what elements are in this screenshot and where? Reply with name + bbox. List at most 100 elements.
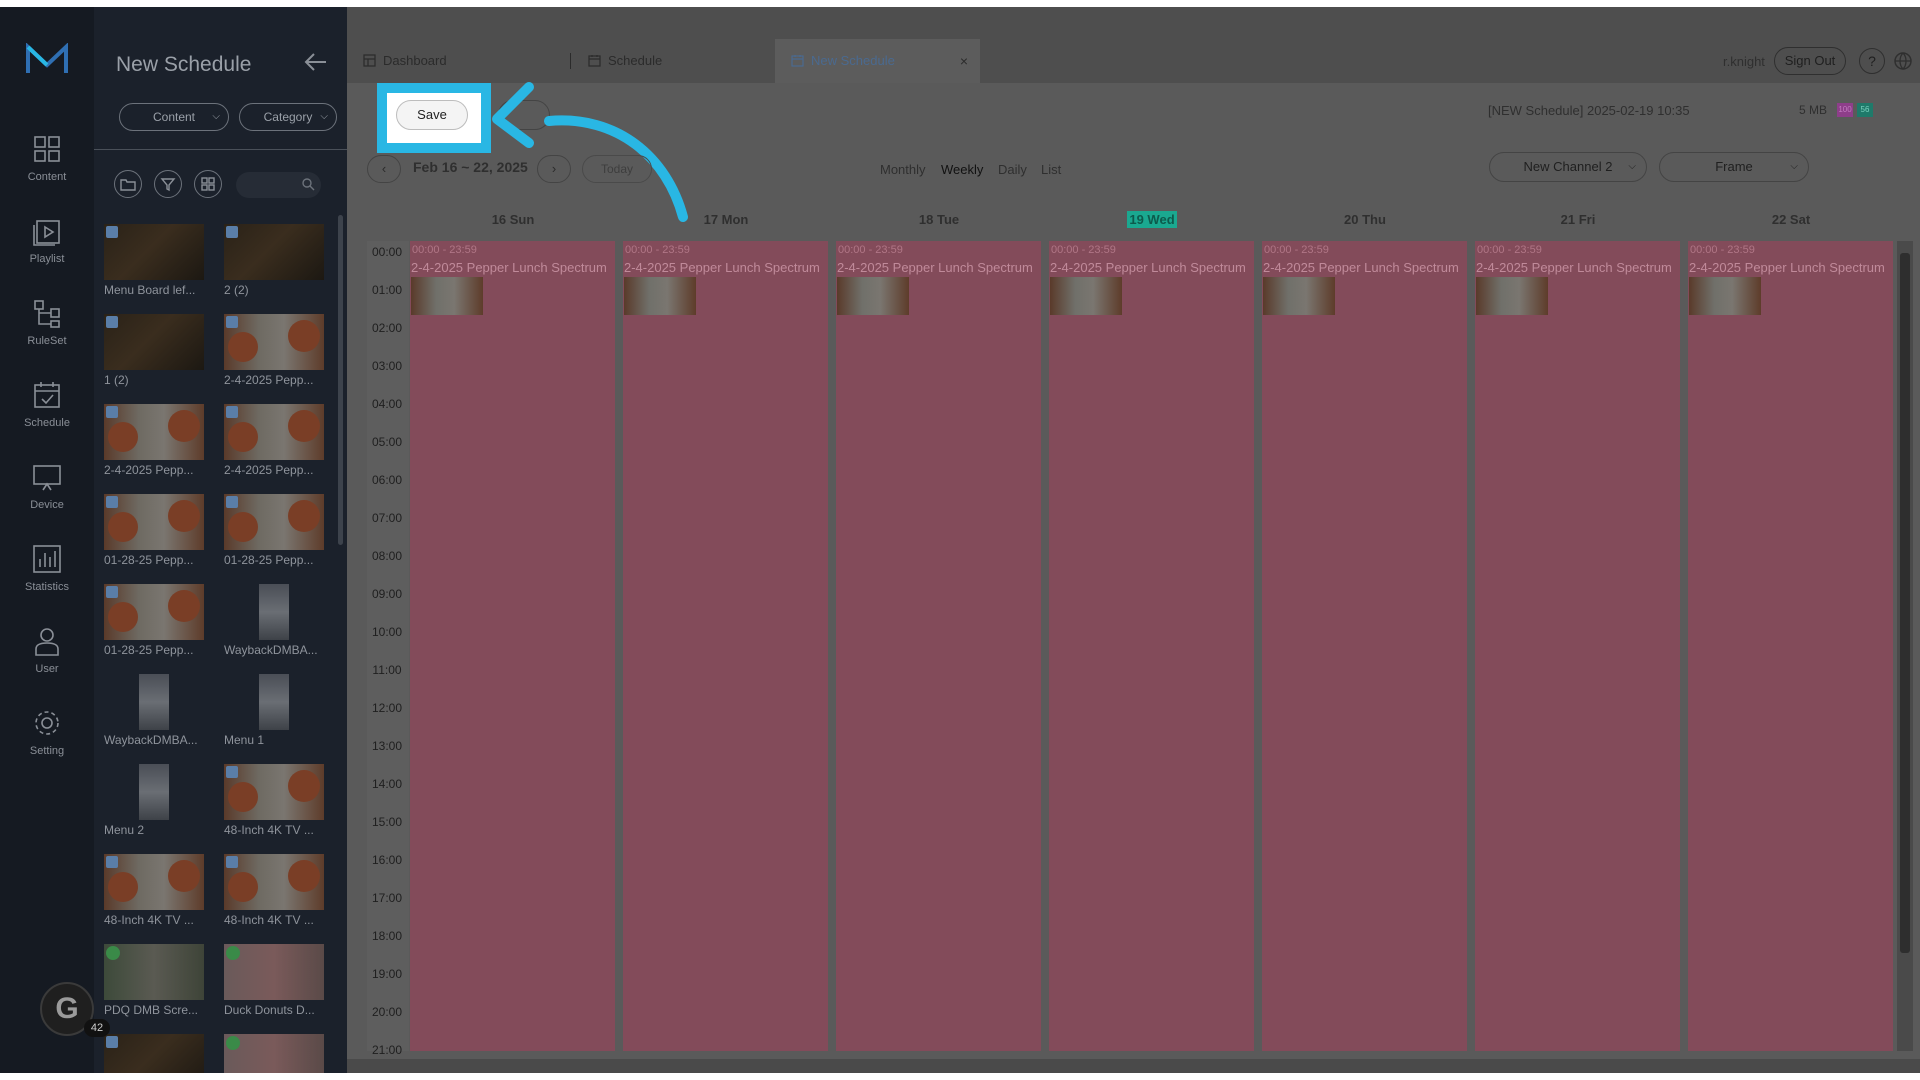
- content-thumbnail[interactable]: 2-4-2025 Pepp...: [224, 404, 324, 477]
- nav-item-label: Statistics: [24, 581, 69, 593]
- calendar-icon: [588, 55, 601, 67]
- day-header-label: 17 Mon: [703, 212, 749, 227]
- content-thumbnail[interactable]: 48-Inch 4K TV ...: [104, 854, 204, 927]
- tab-label: New Schedule: [811, 53, 895, 68]
- content-thumbnail[interactable]: 2-4-2025 Pepp...: [104, 404, 204, 477]
- nav-item-ruleset[interactable]: RuleSet: [0, 297, 94, 367]
- channel-dropdown[interactable]: New Channel 2 ⌵: [1489, 152, 1647, 182]
- content-thumbnail[interactable]: 01-28-25 Pepp...: [224, 494, 324, 567]
- tab-new-schedule[interactable]: New Schedule ×: [775, 39, 980, 83]
- view-list[interactable]: List: [1041, 162, 1061, 177]
- hour-label: 20:00: [371, 1005, 403, 1019]
- content-thumbnail[interactable]: 48-Inch 4K TV ...: [224, 764, 324, 837]
- day-header-label: 21 Fri: [1560, 212, 1596, 227]
- nav-item-label: Schedule: [24, 417, 70, 429]
- user-icon: [35, 628, 59, 656]
- schedule-event[interactable]: 00:00 - 23:59 2-4-2025 Pepper Lunch Spect…: [1262, 241, 1467, 1051]
- content-thumbnail[interactable]: [224, 1034, 324, 1073]
- content-thumbnail[interactable]: Menu 2: [104, 764, 204, 837]
- help-icon[interactable]: ?: [1859, 48, 1885, 74]
- chart-icon: [33, 545, 61, 573]
- close-icon[interactable]: ×: [960, 39, 968, 83]
- calendar-scrollbar[interactable]: [1897, 241, 1913, 1051]
- user-name: r.knight: [1723, 54, 1765, 69]
- panel-scrollbar[interactable]: [338, 215, 343, 545]
- nav-item-content[interactable]: Content: [0, 133, 94, 203]
- schedule-event[interactable]: 00:00 - 23:59 2-4-2025 Pepper Lunch Spect…: [623, 241, 828, 1051]
- chevron-down-icon: ⌵: [1628, 161, 1636, 172]
- back-arrow-icon[interactable]: [304, 51, 328, 73]
- filter-button[interactable]: [154, 170, 182, 198]
- event-thumbnail: [624, 277, 696, 315]
- view-monthly[interactable]: Monthly: [880, 162, 926, 177]
- event-time: 00:00 - 23:59: [412, 244, 477, 256]
- today-button[interactable]: Today: [582, 155, 652, 183]
- save-button[interactable]: Save: [396, 100, 468, 130]
- nav-item-playlist[interactable]: Playlist: [0, 215, 94, 285]
- nav-item-label: Content: [27, 171, 67, 183]
- content-thumbnail[interactable]: Menu Board lef...: [104, 224, 204, 297]
- nav-item-schedule[interactable]: Schedule: [0, 379, 94, 449]
- content-thumbnail[interactable]: [104, 1034, 204, 1073]
- schedule-event[interactable]: 00:00 - 23:59 2-4-2025 Pepper Lunch Spect…: [836, 241, 1041, 1051]
- nav-item-statistics[interactable]: Statistics: [0, 543, 94, 613]
- event-time: 00:00 - 23:59: [1690, 244, 1755, 256]
- nav-item-setting[interactable]: Setting: [0, 707, 94, 777]
- content-thumbnail[interactable]: 1 (2): [104, 314, 204, 387]
- thumbnail-caption: 48-Inch 4K TV ...: [224, 913, 314, 927]
- view-daily[interactable]: Daily: [998, 162, 1027, 177]
- content-thumbnail[interactable]: 2 (2): [224, 224, 324, 297]
- event-thumbnail: [837, 277, 909, 315]
- content-thumbnail[interactable]: 01-28-25 Pepp...: [104, 494, 204, 567]
- grid-view-button[interactable]: [194, 170, 222, 198]
- content-thumbnail[interactable]: PDQ DMB Scre...: [104, 944, 204, 1017]
- nav-item-user[interactable]: User: [0, 625, 94, 695]
- chevron-down-icon: ⌵: [212, 111, 220, 122]
- thumbnail-caption: 48-Inch 4K TV ...: [224, 823, 314, 837]
- content-thumbnail[interactable]: 48-Inch 4K TV ...: [224, 854, 324, 927]
- frame-dropdown[interactable]: Frame ⌵: [1659, 152, 1809, 182]
- event-title: 2-4-2025 Pepper Lunch Spectrum: [1050, 260, 1246, 275]
- content-thumbnail[interactable]: WaybackDMBA...: [224, 584, 324, 657]
- schedule-info: [NEW Schedule] 2025-02-19 10:35: [1488, 103, 1690, 118]
- content-thumbnail[interactable]: 01-28-25 Pepp...: [104, 584, 204, 657]
- content-filter-dropdown[interactable]: Content ⌵: [119, 103, 229, 131]
- event-title: 2-4-2025 Pepper Lunch Spectrum: [411, 260, 607, 275]
- date-range: Feb 16 ~ 22, 2025: [413, 159, 528, 175]
- hour-label: 13:00: [371, 739, 403, 753]
- main-area: Dashboard Schedule New Schedule × r.knig…: [347, 7, 1920, 1073]
- globe-icon[interactable]: [1893, 51, 1913, 71]
- notification-count-badge: 42: [84, 1019, 110, 1037]
- grid-icon: [34, 136, 60, 162]
- thumbnail-caption: 1 (2): [104, 373, 129, 387]
- category-filter-dropdown[interactable]: Category ⌵: [239, 103, 337, 131]
- horizontal-scrollbar[interactable]: [347, 1059, 1920, 1073]
- nav-item-label: User: [35, 663, 59, 675]
- hour-label: 08:00: [371, 549, 403, 563]
- content-thumbnail[interactable]: Menu 1: [224, 674, 324, 747]
- event-thumbnail: [411, 277, 483, 315]
- hour-label: 00:00: [371, 245, 403, 259]
- prev-week-button[interactable]: ‹: [367, 155, 401, 183]
- event-title: 2-4-2025 Pepper Lunch Spectrum: [1476, 260, 1672, 275]
- schedule-event[interactable]: 00:00 - 23:59 2-4-2025 Pepper Lunch Spect…: [1688, 241, 1893, 1051]
- event-thumbnail: [1476, 277, 1548, 315]
- folder-button[interactable]: [114, 170, 142, 198]
- content-thumbnail[interactable]: WaybackDMBA...: [104, 674, 204, 747]
- hour-label: 07:00: [371, 511, 403, 525]
- schedule-event[interactable]: 00:00 - 23:59 2-4-2025 Pepper Lunch Spect…: [410, 241, 615, 1051]
- chevron-down-icon: ⌵: [1790, 161, 1798, 172]
- next-week-button[interactable]: ›: [537, 155, 571, 183]
- nav-item-label: Playlist: [29, 253, 65, 265]
- schedule-event[interactable]: 00:00 - 23:59 2-4-2025 Pepper Lunch Spect…: [1049, 241, 1254, 1051]
- thumbnail-caption: WaybackDMBA...: [224, 643, 318, 657]
- nav-item-device[interactable]: Device: [0, 461, 94, 531]
- scroll-thumb[interactable]: [1900, 253, 1910, 953]
- content-thumbnail[interactable]: Duck Donuts D...: [224, 944, 324, 1017]
- app-frame: Content Playlist RuleSet Schedule Device Stat…: [0, 7, 1920, 1073]
- thumbnail-caption: 01-28-25 Pepp...: [104, 553, 194, 567]
- view-weekly[interactable]: Weekly: [941, 162, 983, 177]
- content-thumbnail[interactable]: 2-4-2025 Pepp...: [224, 314, 324, 387]
- sign-out-button[interactable]: Sign Out: [1774, 47, 1846, 75]
- schedule-event[interactable]: 00:00 - 23:59 2-4-2025 Pepper Lunch Spect…: [1475, 241, 1680, 1051]
